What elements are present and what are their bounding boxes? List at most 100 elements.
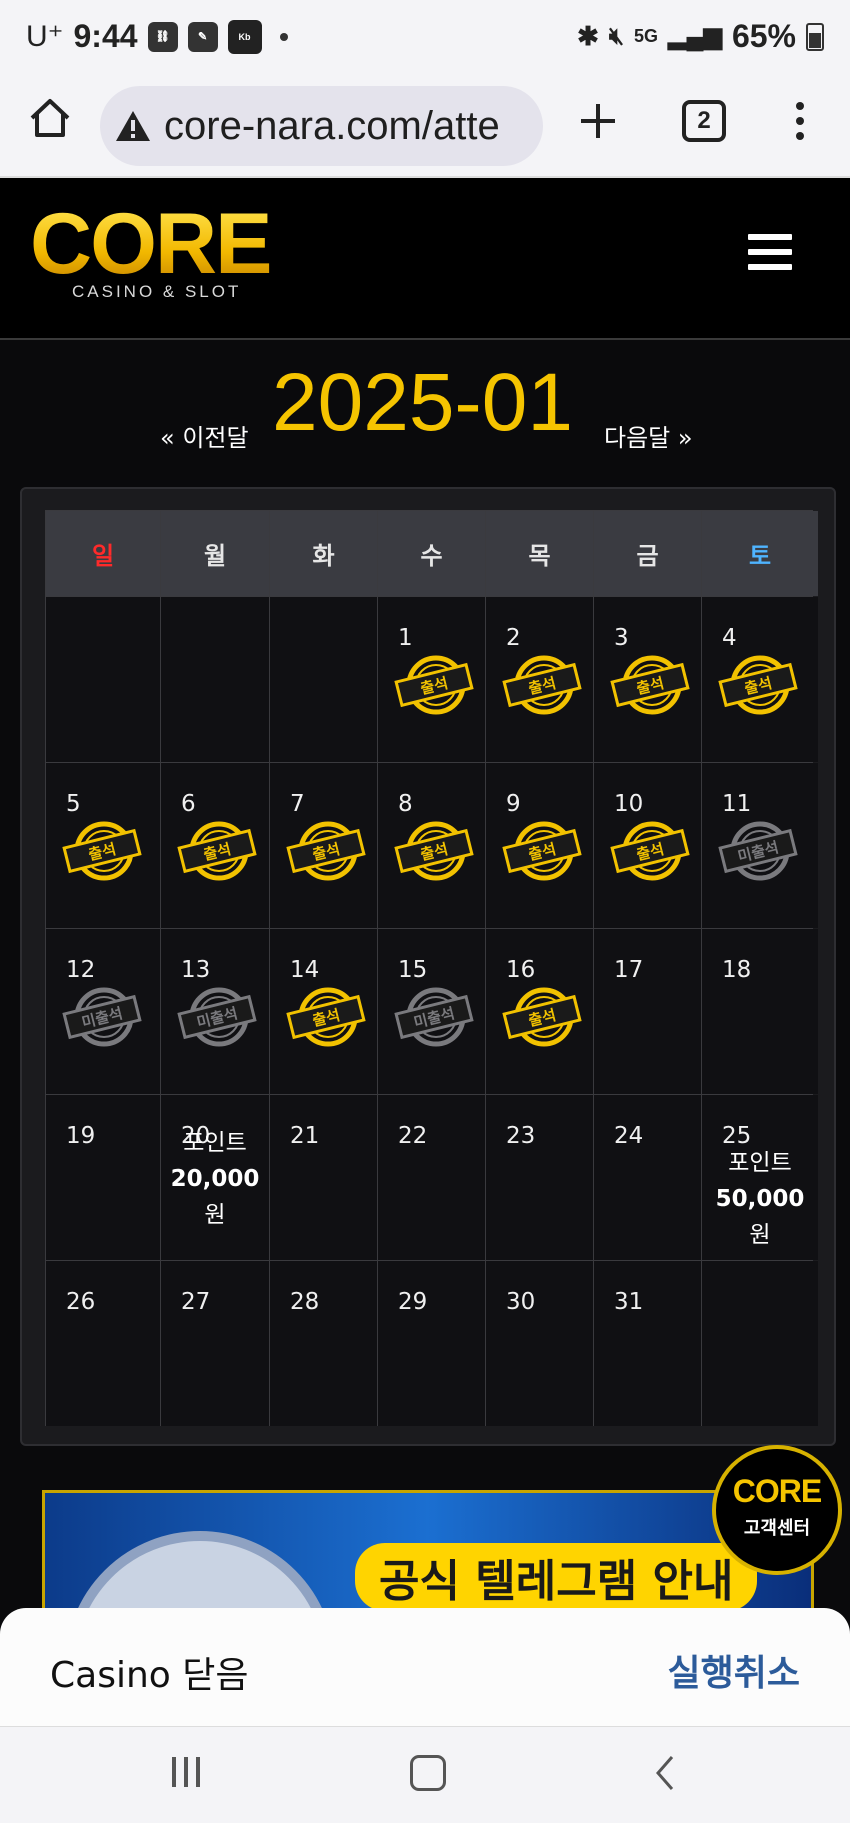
banner-text: 공식 텔레그램 안내: [355, 1543, 758, 1611]
weekday-header: 금: [594, 511, 701, 596]
weekday-header: 토: [702, 511, 818, 596]
5g-icon: 5G: [634, 26, 659, 46]
calendar-day: 13 미출석: [161, 929, 269, 1094]
mute-icon: 🔇︎: [608, 22, 625, 50]
calendar-day: 30: [486, 1261, 593, 1426]
logo-subtitle: CASINO & SLOT: [72, 282, 242, 301]
day-number: 27: [181, 1289, 211, 1315]
attended-stamp-icon: 출석: [718, 655, 798, 715]
reward-label: 포인트: [183, 1130, 247, 1156]
app-notification-icon: ✎: [187, 21, 218, 52]
snackbar: Casino 닫음 실행취소: [0, 1608, 850, 1727]
calendar-day: 25 포인트 50,000 원: [702, 1095, 818, 1260]
calendar-day: 21: [270, 1095, 377, 1260]
customer-center-button[interactable]: CORE 고객센터: [712, 1445, 842, 1575]
day-number: 15: [398, 957, 428, 983]
url-text: core-nara.com/atte: [164, 103, 500, 148]
missed-stamp-icon: 미출석: [394, 987, 474, 1047]
next-month-link[interactable]: 다음달 »: [604, 418, 693, 453]
recent-apps-icon[interactable]: [172, 1757, 208, 1789]
prev-month-link[interactable]: « 이전달: [160, 418, 249, 453]
attended-stamp-icon: 출석: [394, 655, 474, 715]
month-navigation: « 이전달 2025-01 다음달 »: [0, 350, 850, 470]
calendar-day: 15 미출석: [378, 929, 485, 1094]
day-number: 26: [66, 1289, 96, 1315]
weekday-header: 일: [46, 511, 160, 596]
calendar-day: 16 출석: [486, 929, 593, 1094]
calendar-day: [46, 597, 160, 762]
address-bar[interactable]: core-nara.com/atte: [100, 86, 543, 166]
battery-percent: 65%: [731, 18, 796, 54]
calendar-day: 19: [46, 1095, 160, 1260]
new-tab-icon[interactable]: [575, 98, 621, 144]
day-number: 10: [614, 791, 644, 817]
day-number: 14: [290, 957, 320, 983]
calendar-day: 4 출석: [702, 597, 818, 762]
warning-icon[interactable]: [114, 109, 152, 143]
day-number: 31: [614, 1289, 644, 1315]
day-number: 21: [290, 1123, 320, 1149]
home-icon[interactable]: [28, 96, 72, 140]
day-number: 29: [398, 1289, 428, 1315]
calendar-day: 28: [270, 1261, 377, 1426]
attended-stamp-icon: 출석: [394, 821, 474, 881]
calendar-day: 22: [378, 1095, 485, 1260]
browser-toolbar: core-nara.com/atte 2: [0, 76, 850, 178]
back-icon[interactable]: [652, 1753, 678, 1793]
weekday-header: 화: [270, 511, 377, 596]
calendar-grid: 일 월 화 수 목 금 토 1 출석 2 출석 3 출석 4 출석 5 출석 6 출석 7 출석 8 출석 9 출석 10 출석 11…: [45, 510, 818, 1426]
calendar-day: 23: [486, 1095, 593, 1260]
attended-stamp-icon: 출석: [286, 821, 366, 881]
day-number: 7: [290, 791, 305, 817]
calendar-day: [702, 1261, 818, 1426]
system-nav-bar: [0, 1727, 850, 1823]
day-number: 3: [614, 625, 629, 651]
weekday-header: 월: [161, 511, 269, 596]
day-number: 23: [506, 1123, 536, 1149]
day-number: 30: [506, 1289, 536, 1315]
day-number: 2: [506, 625, 521, 651]
calendar-day: 18: [702, 929, 818, 1094]
missed-stamp-icon: 미출석: [177, 987, 257, 1047]
day-number: 11: [722, 791, 752, 817]
tab-switcher-button[interactable]: 2: [682, 100, 726, 142]
day-number: 19: [66, 1123, 96, 1149]
kbank-icon: Kb: [227, 19, 262, 54]
missed-stamp-icon: 미출석: [718, 821, 798, 881]
bluetooth-icon: ✱: [577, 21, 599, 51]
attended-stamp-icon: 출석: [502, 821, 582, 881]
undo-button[interactable]: 실행취소: [668, 1644, 800, 1696]
day-number: 13: [181, 957, 211, 983]
weekday-header: 수: [378, 511, 485, 596]
month-title: 2025-01: [272, 357, 573, 448]
calendar-day: 2 출석: [486, 597, 593, 762]
signal-icon: ▂▄▆: [668, 23, 722, 50]
attended-stamp-icon: 출석: [610, 655, 690, 715]
home-nav-icon[interactable]: [410, 1755, 446, 1791]
more-options-icon[interactable]: [786, 98, 814, 144]
more-notifications-icon: [279, 32, 288, 41]
day-number: 17: [614, 957, 644, 983]
weekday-header: 목: [486, 511, 593, 596]
day-number: 16: [506, 957, 536, 983]
menu-icon[interactable]: [748, 234, 792, 272]
day-number: 8: [398, 791, 413, 817]
attended-stamp-icon: 출석: [177, 821, 257, 881]
cs-logo: CORE: [732, 1473, 822, 1509]
reward-info: 포인트 20,000 원: [161, 1125, 269, 1233]
core-logo[interactable]: CORE CASINO & SLOT: [30, 196, 272, 302]
missed-stamp-icon: 미출석: [62, 987, 142, 1047]
telegram-banner[interactable]: 공식 텔레그램 안내: [42, 1490, 814, 1626]
reward-amount: 50,000: [715, 1186, 805, 1212]
calendar-day: [161, 597, 269, 762]
logo-text: CORE: [30, 196, 272, 292]
attended-stamp-icon: 출석: [286, 987, 366, 1047]
attended-stamp-icon: 출석: [502, 655, 582, 715]
calendar-day: 1 출석: [378, 597, 485, 762]
calendar-day: 5 출석: [46, 763, 160, 928]
day-number: 5: [66, 791, 81, 817]
calendar-day: 11 미출석: [702, 763, 818, 928]
day-number: 6: [181, 791, 196, 817]
attendance-calendar: 일 월 화 수 목 금 토 1 출석 2 출석 3 출석 4 출석 5 출석 6 출석 7 출석 8 출석 9 출석 10 출석 11…: [20, 487, 836, 1446]
attended-stamp-icon: 출석: [502, 987, 582, 1047]
